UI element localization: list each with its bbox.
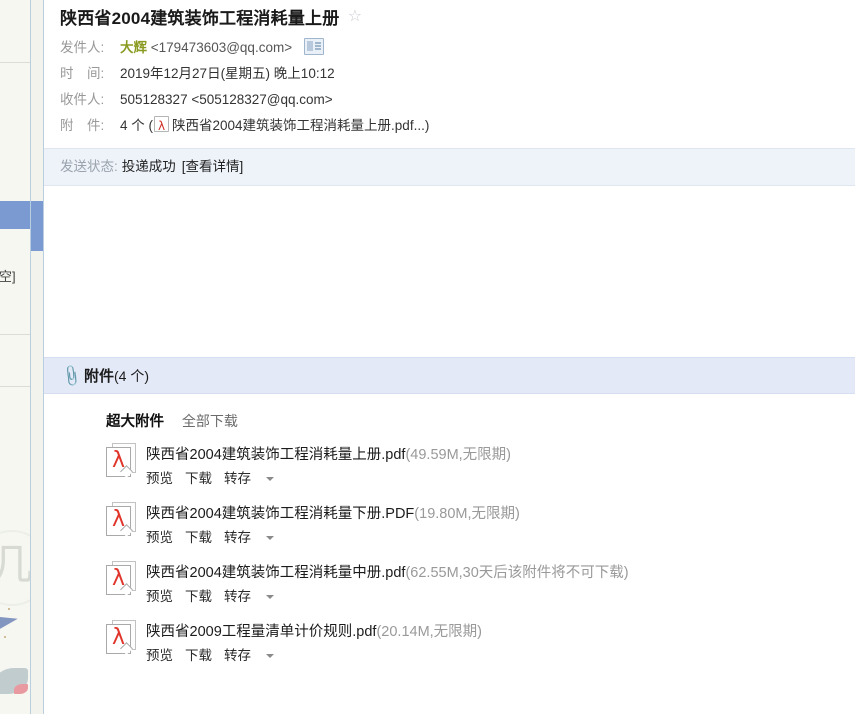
attachment-panel-count: (4 个)	[114, 367, 150, 384]
chevron-down-icon[interactable]	[266, 654, 274, 658]
attachment-size: (19.80M,无限期)	[414, 506, 520, 522]
chevron-down-icon[interactable]	[266, 595, 274, 599]
recipient-value[interactable]: 505128327 <505128327@qq.com>	[120, 88, 333, 112]
sender-value: 大辉 <179473603@qq.com>	[120, 36, 324, 60]
decorative-leaf-icon	[0, 611, 20, 631]
large-attachment-group-label: 超大附件	[106, 414, 164, 430]
save-to-cloud-button[interactable]: 转存	[224, 471, 274, 486]
decorative-dot	[4, 636, 6, 638]
vertical-scrollbar-thumb[interactable]	[31, 201, 43, 251]
attachment-summary-value: 4 个 ( 陕西省2004建筑装饰工程消耗量上册.pdf...)	[120, 114, 429, 138]
list-item[interactable]: 陕西省2004建筑装饰工程消耗量中册.pdf(62.55M,30天后该附件将不可…	[106, 561, 855, 608]
send-status-value: 投递成功	[121, 159, 176, 174]
attachment-toolbar: 超大附件 全部下载	[44, 394, 855, 437]
mail-reading-pane: 清空] 几 陕西省2004建筑装饰工程消耗量上册 ☆ 发件人: 大辉 <1794…	[0, 0, 855, 714]
recipient-row: 收件人: 505128327 <505128327@qq.com>	[44, 87, 855, 113]
sidebar-divider	[0, 386, 30, 387]
sidebar-divider	[0, 334, 30, 335]
sidebar-item-selected[interactable]	[0, 201, 30, 229]
pdf-file-icon	[106, 502, 136, 537]
send-status-bar: 发送状态: 投递成功 [查看详情]	[44, 148, 855, 186]
list-item[interactable]: 陕西省2009工程量清单计价规则.pdf(20.14M,无限期) 预览下载转存	[106, 620, 855, 667]
download-button[interactable]: 下载	[185, 471, 212, 486]
pdf-file-icon	[106, 620, 136, 655]
download-button[interactable]: 下载	[185, 530, 212, 545]
attachment-actions: 预览 下载 转存	[146, 586, 629, 608]
attachment-size: (62.55M,30天后该附件将不可下载)	[405, 565, 629, 581]
pdf-file-icon	[106, 561, 136, 596]
paperclip-icon: 📎	[58, 363, 84, 389]
attachment-size: (20.14M,无限期)	[376, 624, 483, 640]
attachment-panel-header: 📎 附件 (4 个)	[44, 357, 855, 394]
save-to-cloud-button[interactable]: 转存	[224, 648, 274, 663]
sender-label: 发件人:	[60, 40, 105, 55]
view-detail-link[interactable]: [查看详情]	[182, 159, 244, 174]
attachment-actions: 预览 下载 转存	[146, 527, 520, 549]
save-to-cloud-button[interactable]: 转存	[224, 589, 274, 604]
left-sidebar-clipped: 清空] 几	[0, 0, 31, 714]
vcard-icon[interactable]	[303, 38, 324, 55]
preview-button[interactable]: 预览	[146, 471, 173, 486]
preview-button[interactable]: 预览	[146, 530, 173, 545]
attachment-list: 陕西省2004建筑装饰工程消耗量上册.pdf(49.59M,无限期) 预览下载转…	[44, 437, 855, 667]
attachment-name[interactable]: 陕西省2004建筑装饰工程消耗量上册.pdf	[146, 447, 405, 463]
decorative-petal-icon	[14, 684, 28, 694]
attachment-panel-title: 附件	[84, 368, 115, 385]
attachment-actions: 预览 下载 转存	[146, 645, 482, 667]
sidebar-divider	[0, 62, 30, 63]
save-to-cloud-button[interactable]: 转存	[224, 530, 274, 545]
attachment-count-text: 4 个 (	[120, 118, 154, 133]
decorative-watermark-icon: 几	[0, 530, 30, 606]
send-status-label: 发送状态:	[60, 159, 118, 174]
recipient-label: 收件人:	[60, 92, 105, 107]
chevron-down-icon[interactable]	[266, 477, 274, 481]
attachment-first-name[interactable]: 陕西省2004建筑装饰工程消耗量上册.pdf...)	[172, 118, 429, 133]
mail-header: 陕西省2004建筑装饰工程消耗量上册 ☆ 发件人: 大辉 <179473603@…	[44, 0, 855, 139]
attachment-name[interactable]: 陕西省2004建筑装饰工程消耗量下册.PDF	[146, 506, 414, 522]
preview-button[interactable]: 预览	[146, 589, 173, 604]
attachment-actions: 预览 下载 转存	[146, 468, 511, 490]
sender-name[interactable]: 大辉	[120, 40, 147, 55]
attachment-name[interactable]: 陕西省2004建筑装饰工程消耗量中册.pdf	[146, 565, 405, 581]
pdf-file-icon	[154, 114, 170, 138]
sender-row: 发件人: 大辉 <179473603@qq.com>	[44, 35, 855, 61]
download-button[interactable]: 下载	[185, 589, 212, 604]
list-item[interactable]: 陕西省2004建筑装饰工程消耗量下册.PDF(19.80M,无限期) 预览下载转…	[106, 502, 855, 549]
page-title: 陕西省2004建筑装饰工程消耗量上册	[60, 9, 340, 28]
attachment-name[interactable]: 陕西省2009工程量清单计价规则.pdf	[146, 624, 376, 640]
time-label: 时 间:	[60, 66, 105, 81]
list-item[interactable]: 陕西省2004建筑装饰工程消耗量上册.pdf(49.59M,无限期) 预览下载转…	[106, 443, 855, 490]
sidebar-clipped-label[interactable]: 清空]	[0, 266, 16, 285]
time-value: 2019年12月27日(星期五) 晚上10:12	[120, 66, 335, 81]
chevron-down-icon[interactable]	[266, 536, 274, 540]
mail-body-content	[44, 187, 855, 352]
preview-button[interactable]: 预览	[146, 648, 173, 663]
attachment-size: (49.59M,无限期)	[405, 447, 512, 463]
attachment-panel: 📎 附件 (4 个) 超大附件 全部下载 陕西省2004建筑装饰工程消耗量上册.…	[44, 357, 855, 714]
decorative-dot	[8, 608, 10, 610]
attachment-label: 附 件:	[60, 118, 105, 133]
download-button[interactable]: 下载	[185, 648, 212, 663]
pdf-file-icon	[106, 443, 136, 478]
subject-row: 陕西省2004建筑装饰工程消耗量上册 ☆	[44, 0, 855, 35]
vertical-scrollbar-track[interactable]	[31, 0, 44, 714]
download-all-button[interactable]: 全部下载	[182, 413, 238, 429]
attachment-summary-row: 附 件: 4 个 ( 陕西省2004建筑装饰工程消耗量上册.pdf...)	[44, 113, 855, 139]
time-row: 时 间: 2019年12月27日(星期五) 晚上10:12	[44, 61, 855, 87]
star-outline-icon[interactable]: ☆	[346, 8, 363, 25]
sender-address[interactable]: <179473603@qq.com>	[151, 40, 292, 55]
